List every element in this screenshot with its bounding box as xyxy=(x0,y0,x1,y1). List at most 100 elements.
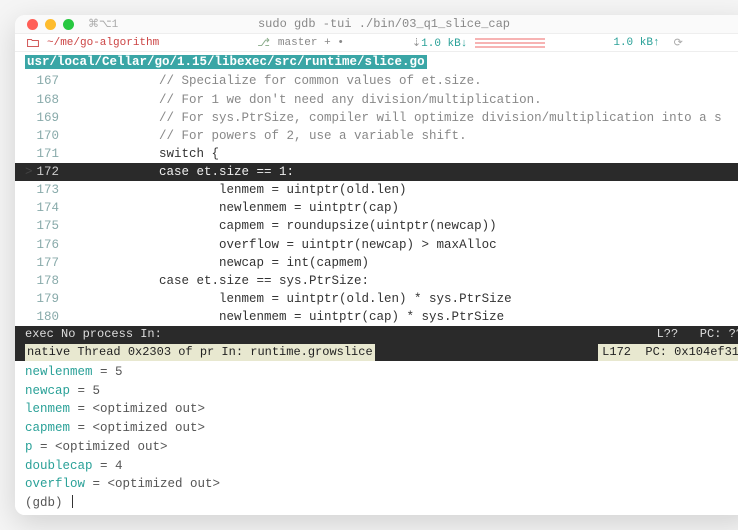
cwd-path: ~/me/go-algorithm xyxy=(47,37,159,49)
cursor-icon xyxy=(72,495,73,508)
source-text: // For powers of 2, use a variable shift… xyxy=(69,127,467,145)
gdb-variable: capmem = <optimized out> xyxy=(25,419,738,438)
source-line: 174 newlenmem = uintptr(cap) xyxy=(15,199,738,217)
line-number: 180 xyxy=(33,308,69,326)
line-number: 175 xyxy=(33,217,69,235)
window-controls xyxy=(27,19,74,30)
breakpoint-marker xyxy=(25,217,33,235)
line-number: 176 xyxy=(33,236,69,254)
gdb-var-name: newcap xyxy=(25,384,70,398)
gdb-var-value: <optimized out> xyxy=(93,421,206,435)
terminal-window: ⌘⌥1 sudo gdb -tui ./bin/03_q1_slice_cap … xyxy=(15,15,738,515)
gdb-var-name: newlenmem xyxy=(25,365,93,379)
status-row-thread: native Thread 0x2303 of pr In: runtime.g… xyxy=(15,344,738,361)
titlebar-shortcut: ⌘⌥1 xyxy=(88,17,118,31)
line-number: 177 xyxy=(33,254,69,272)
gdb-variable: lenmem = <optimized out> xyxy=(25,400,738,419)
gdb-var-name: lenmem xyxy=(25,402,70,416)
breakpoint-marker xyxy=(25,127,33,145)
breakpoint-marker xyxy=(25,181,33,199)
status-row-exec: exec No process In: L?? PC: ?? xyxy=(15,326,738,343)
gdb-statusbar: exec No process In: L?? PC: ?? native Th… xyxy=(15,326,738,361)
gdb-var-value: 5 xyxy=(115,365,123,379)
source-text: switch { xyxy=(69,145,219,163)
source-text: // Specialize for common values of et.si… xyxy=(69,72,482,90)
gdb-variable: p = <optimized out> xyxy=(25,438,738,457)
source-line: 173 lenmem = uintptr(old.len) xyxy=(15,181,738,199)
source-line: 167 // Specialize for common values of e… xyxy=(15,72,738,90)
net-up: 1.0 kB↑ xyxy=(613,37,659,49)
gdb-var-name: capmem xyxy=(25,421,70,435)
breakpoint-marker xyxy=(25,236,33,254)
source-text: lenmem = uintptr(old.len) * sys.PtrSize xyxy=(69,290,512,308)
source-line: 176 overflow = uintptr(newcap) > maxAllo… xyxy=(15,236,738,254)
line-number: 173 xyxy=(33,181,69,199)
source-line: 171 switch { xyxy=(15,145,738,163)
source-line: 179 lenmem = uintptr(old.len) * sys.PtrS… xyxy=(15,290,738,308)
zoom-icon[interactable] xyxy=(63,19,74,30)
source-text: overflow = uintptr(newcap) > maxAlloc xyxy=(69,236,497,254)
gdb-console[interactable]: newlenmem = 5newcap = 5lenmem = <optimiz… xyxy=(15,361,738,515)
gdb-var-value: 4 xyxy=(115,459,123,473)
source-line: 175 capmem = roundupsize(uintptr(newcap)… xyxy=(15,217,738,235)
source-line: 170 // For powers of 2, use a variable s… xyxy=(15,127,738,145)
close-icon[interactable] xyxy=(27,19,38,30)
branch-label: master + • xyxy=(278,37,344,49)
line-number: 169 xyxy=(33,109,69,127)
folder-icon xyxy=(27,38,39,48)
breakpoint-marker xyxy=(25,72,33,90)
source-text: lenmem = uintptr(old.len) xyxy=(69,181,407,199)
gdb-var-value: <optimized out> xyxy=(93,402,206,416)
source-text: // For 1 we don't need any division/mult… xyxy=(69,91,542,109)
source-text: case et.size == sys.PtrSize: xyxy=(69,272,369,290)
breakpoint-marker xyxy=(25,91,33,109)
line-number: 170 xyxy=(33,127,69,145)
line-number: 171 xyxy=(33,145,69,163)
line-number: 172 xyxy=(33,163,69,181)
source-line: 177 newcap = int(capmem) xyxy=(15,254,738,272)
breakpoint-marker: > xyxy=(25,163,33,181)
line-number: 167 xyxy=(33,72,69,90)
line-number: 179 xyxy=(33,290,69,308)
source-text: newcap = int(capmem) xyxy=(69,254,369,272)
titlebar: ⌘⌥1 sudo gdb -tui ./bin/03_q1_slice_cap xyxy=(15,15,738,34)
breakpoint-marker xyxy=(25,109,33,127)
gdb-var-value: <optimized out> xyxy=(108,477,221,491)
gdb-prompt[interactable]: (gdb) xyxy=(25,494,738,513)
breakpoint-marker xyxy=(25,290,33,308)
breakpoint-marker xyxy=(25,308,33,326)
source-filepath: usr/local/Cellar/go/1.15/libexec/src/run… xyxy=(15,52,738,72)
net-down: ⇣1.0 kB↓ xyxy=(412,36,467,50)
breakpoint-marker xyxy=(25,272,33,290)
source-text: case et.size == 1: xyxy=(69,163,294,181)
window-title: sudo gdb -tui ./bin/03_q1_slice_cap xyxy=(15,17,738,31)
line-number: 174 xyxy=(33,199,69,217)
line-number: 178 xyxy=(33,272,69,290)
gdb-variable: newcap = 5 xyxy=(25,382,738,401)
source-pane[interactable]: usr/local/Cellar/go/1.15/libexec/src/run… xyxy=(15,52,738,326)
branch-icon: ⎇ xyxy=(257,36,270,50)
minimize-icon[interactable] xyxy=(45,19,56,30)
source-line: 180 newlenmem = uintptr(cap) * sys.PtrSi… xyxy=(15,308,738,326)
source-text: newlenmem = uintptr(cap) * sys.PtrSize xyxy=(69,308,504,326)
breakpoint-marker xyxy=(25,254,33,272)
gdb-variable: overflow = <optimized out> xyxy=(25,475,738,494)
gdb-var-value: <optimized out> xyxy=(55,440,168,454)
source-line: >172 case et.size == 1: xyxy=(15,163,738,181)
source-text: // For sys.PtrSize, compiler will optimi… xyxy=(69,109,722,127)
source-text: capmem = roundupsize(uintptr(newcap)) xyxy=(69,217,497,235)
gdb-var-name: doublecap xyxy=(25,459,93,473)
breakpoint-marker xyxy=(25,145,33,163)
sync-icon: ⟳ xyxy=(674,36,683,50)
gdb-var-value: 5 xyxy=(93,384,101,398)
network-sparkline xyxy=(475,38,545,48)
status-infobar: ~/me/go-algorithm ⎇ master + • ⇣1.0 kB↓ … xyxy=(15,34,738,52)
line-number: 168 xyxy=(33,91,69,109)
source-line: 178 case et.size == sys.PtrSize: xyxy=(15,272,738,290)
gdb-variable: doublecap = 4 xyxy=(25,457,738,476)
source-text: newlenmem = uintptr(cap) xyxy=(69,199,399,217)
breakpoint-marker xyxy=(25,199,33,217)
gdb-variable: newlenmem = 5 xyxy=(25,363,738,382)
source-line: 168 // For 1 we don't need any division/… xyxy=(15,91,738,109)
source-line: 169 // For sys.PtrSize, compiler will op… xyxy=(15,109,738,127)
